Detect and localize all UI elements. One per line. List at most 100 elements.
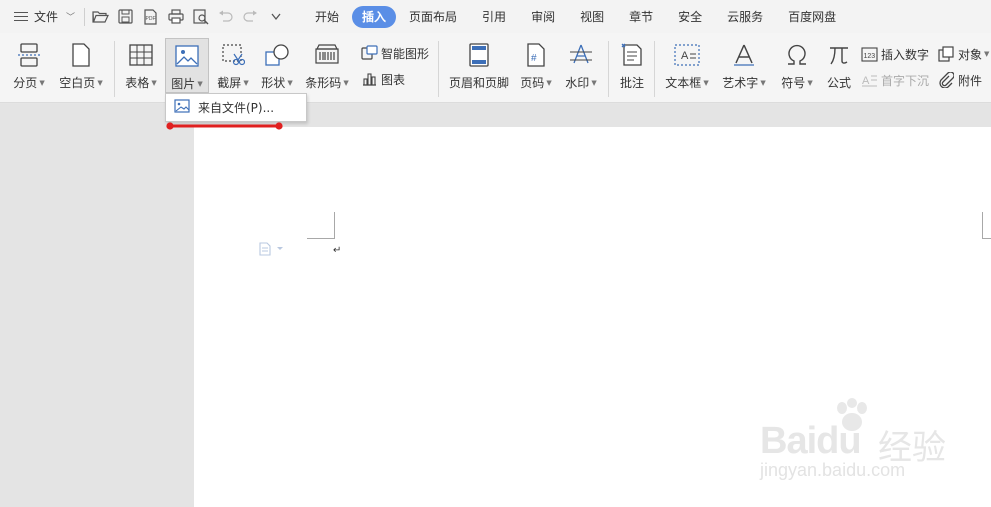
symbol-label: 符号 [781, 76, 806, 90]
drop-cap-button[interactable]: A 首字下沉 [860, 71, 929, 89]
crop-mark [982, 212, 983, 239]
comment-icon [618, 41, 646, 69]
text-box-icon: A [673, 41, 701, 69]
word-art-button[interactable]: 艺术字 ▼ [718, 41, 770, 91]
drop-cap-label: 首字下沉 [881, 73, 930, 88]
svg-text:123: 123 [863, 53, 875, 60]
barcode-button[interactable]: 条形码 ▼ [301, 41, 353, 91]
number-icon: 123 [860, 45, 878, 63]
tab-view[interactable]: 视图 [568, 6, 616, 28]
formula-label: 公式 [826, 76, 851, 90]
paragraph-mark-icon: ↵ [333, 245, 342, 256]
crop-mark [307, 238, 335, 239]
chevron-down-icon: ﹀ [66, 13, 76, 23]
shapes-button[interactable]: 形状 ▼ [257, 41, 297, 91]
page-number-icon: # [522, 41, 550, 69]
print-icon[interactable] [166, 7, 185, 26]
text-box-button[interactable]: A 文本框 ▼ [662, 41, 712, 91]
tab-page-layout[interactable]: 页面布局 [397, 6, 469, 28]
print-preview-icon[interactable] [191, 7, 210, 26]
dropdown-arrow-icon[interactable]: ▼ [151, 79, 156, 87]
customize-toolbar-icon[interactable] [266, 7, 285, 26]
object-label: 对象 [958, 47, 983, 62]
table-icon [127, 41, 155, 69]
image-file-icon [174, 99, 190, 116]
baidu-jingyan-watermark: Baidu 经验 jingyan.baidu.com [760, 398, 991, 493]
attachment-button[interactable]: 附件 [937, 71, 982, 89]
crop-mark [334, 212, 335, 239]
dropdown-arrow-icon[interactable]: ▼ [760, 79, 765, 87]
divider [654, 41, 655, 97]
tab-cloud-service[interactable]: 云服务 [715, 6, 775, 28]
svg-text:A: A [862, 75, 870, 87]
shapes-icon [263, 41, 291, 69]
svg-text:#: # [531, 53, 537, 64]
omega-icon [783, 41, 811, 69]
header-footer-icon [465, 41, 493, 69]
pi-icon [825, 41, 853, 69]
dropdown-arrow-icon[interactable]: ▼ [343, 79, 348, 87]
divider [438, 41, 439, 97]
dropdown-arrow-icon[interactable]: ▼ [287, 79, 292, 87]
open-folder-icon[interactable] [91, 7, 110, 26]
watermark-button[interactable]: 水印 ▼ [562, 41, 600, 91]
file-menu[interactable]: 文件 ﹀ [0, 0, 84, 33]
tab-baidu-netdisk[interactable]: 百度网盘 [776, 6, 848, 28]
divider [608, 41, 609, 97]
dropdown-arrow-icon[interactable]: ▼ [39, 79, 44, 87]
save-icon[interactable] [116, 7, 135, 26]
blank-page-button[interactable]: 空白页 ▼ [56, 41, 106, 91]
dropdown-arrow-icon[interactable]: ▼ [243, 79, 248, 87]
undo-icon[interactable] [216, 7, 235, 26]
tab-home[interactable]: 开始 [303, 6, 351, 28]
drop-cap-icon: A [860, 71, 878, 89]
file-menu-label: 文件 [34, 10, 59, 24]
tab-chapter[interactable]: 章节 [617, 6, 665, 28]
picture-dropdown-menu: 来自文件(P)... [165, 93, 307, 122]
page-number-button[interactable]: # 页码 ▼ [516, 41, 556, 91]
menu-bar: 文件 ﹀ PDF 开始 插入 页面布局 引用 审阅 视图 章节 安全 云服务 百… [0, 0, 991, 33]
page-break-label: 分页 [13, 76, 38, 90]
tab-review[interactable]: 审阅 [519, 6, 567, 28]
from-file-menu-item[interactable]: 来自文件(P)... [198, 99, 274, 116]
object-button[interactable]: 对象 ▼ [937, 45, 989, 63]
screenshot-icon [219, 41, 247, 69]
picture-button[interactable]: 图片 ▼ [165, 38, 209, 93]
watermark-site: jingyan.baidu.com [760, 460, 906, 480]
screenshot-label: 截屏 [217, 76, 242, 90]
table-button[interactable]: 表格 ▼ [122, 41, 160, 91]
export-pdf-icon[interactable]: PDF [141, 7, 160, 26]
tab-insert[interactable]: 插入 [352, 5, 397, 28]
dropdown-arrow-icon[interactable]: ▼ [591, 79, 596, 87]
tab-security[interactable]: 安全 [666, 6, 714, 28]
insert-ribbon: 分页 ▼ 空白页 ▼ 表格 ▼ 图片 ▼ 截屏 ▼ 形状 ▼ 条形码 ▼ 智能图… [0, 33, 991, 103]
blank-page-icon [67, 41, 95, 69]
symbol-button[interactable]: 符号 ▼ [778, 41, 816, 91]
chart-button[interactable]: 图表 [360, 70, 405, 88]
header-footer-button[interactable]: 页眉和页脚 [447, 41, 511, 91]
page-number-label: 页码 [520, 76, 545, 90]
dropdown-arrow-icon[interactable]: ▼ [97, 79, 102, 87]
dropdown-arrow-icon[interactable]: ▼ [703, 79, 708, 87]
word-art-icon [730, 41, 758, 69]
smart-art-button[interactable]: 智能图形 [360, 44, 429, 62]
ribbon-tabs: 开始 插入 页面布局 引用 审阅 视图 章节 安全 云服务 百度网盘 [303, 5, 849, 28]
paragraph-layout-icon[interactable] [258, 242, 286, 259]
object-icon [937, 45, 955, 63]
annotation-underline [166, 122, 283, 130]
tab-references[interactable]: 引用 [470, 6, 518, 28]
comment-button[interactable]: 批注 [616, 41, 648, 91]
redo-icon[interactable] [241, 7, 260, 26]
dropdown-arrow-icon[interactable]: ▼ [197, 80, 202, 88]
dropdown-arrow-icon[interactable]: ▼ [984, 50, 989, 58]
page-break-button[interactable]: 分页 ▼ [10, 41, 48, 91]
screenshot-button[interactable]: 截屏 ▼ [212, 41, 254, 91]
text-box-label: 文本框 [665, 76, 702, 90]
smart-art-label: 智能图形 [381, 46, 430, 61]
picture-label: 图片 [171, 77, 196, 91]
formula-button[interactable]: 公式 [822, 41, 856, 91]
page-break-icon [15, 41, 43, 69]
dropdown-arrow-icon[interactable]: ▼ [807, 79, 812, 87]
insert-number-button[interactable]: 123 插入数字 [860, 45, 929, 63]
dropdown-arrow-icon[interactable]: ▼ [546, 79, 551, 87]
